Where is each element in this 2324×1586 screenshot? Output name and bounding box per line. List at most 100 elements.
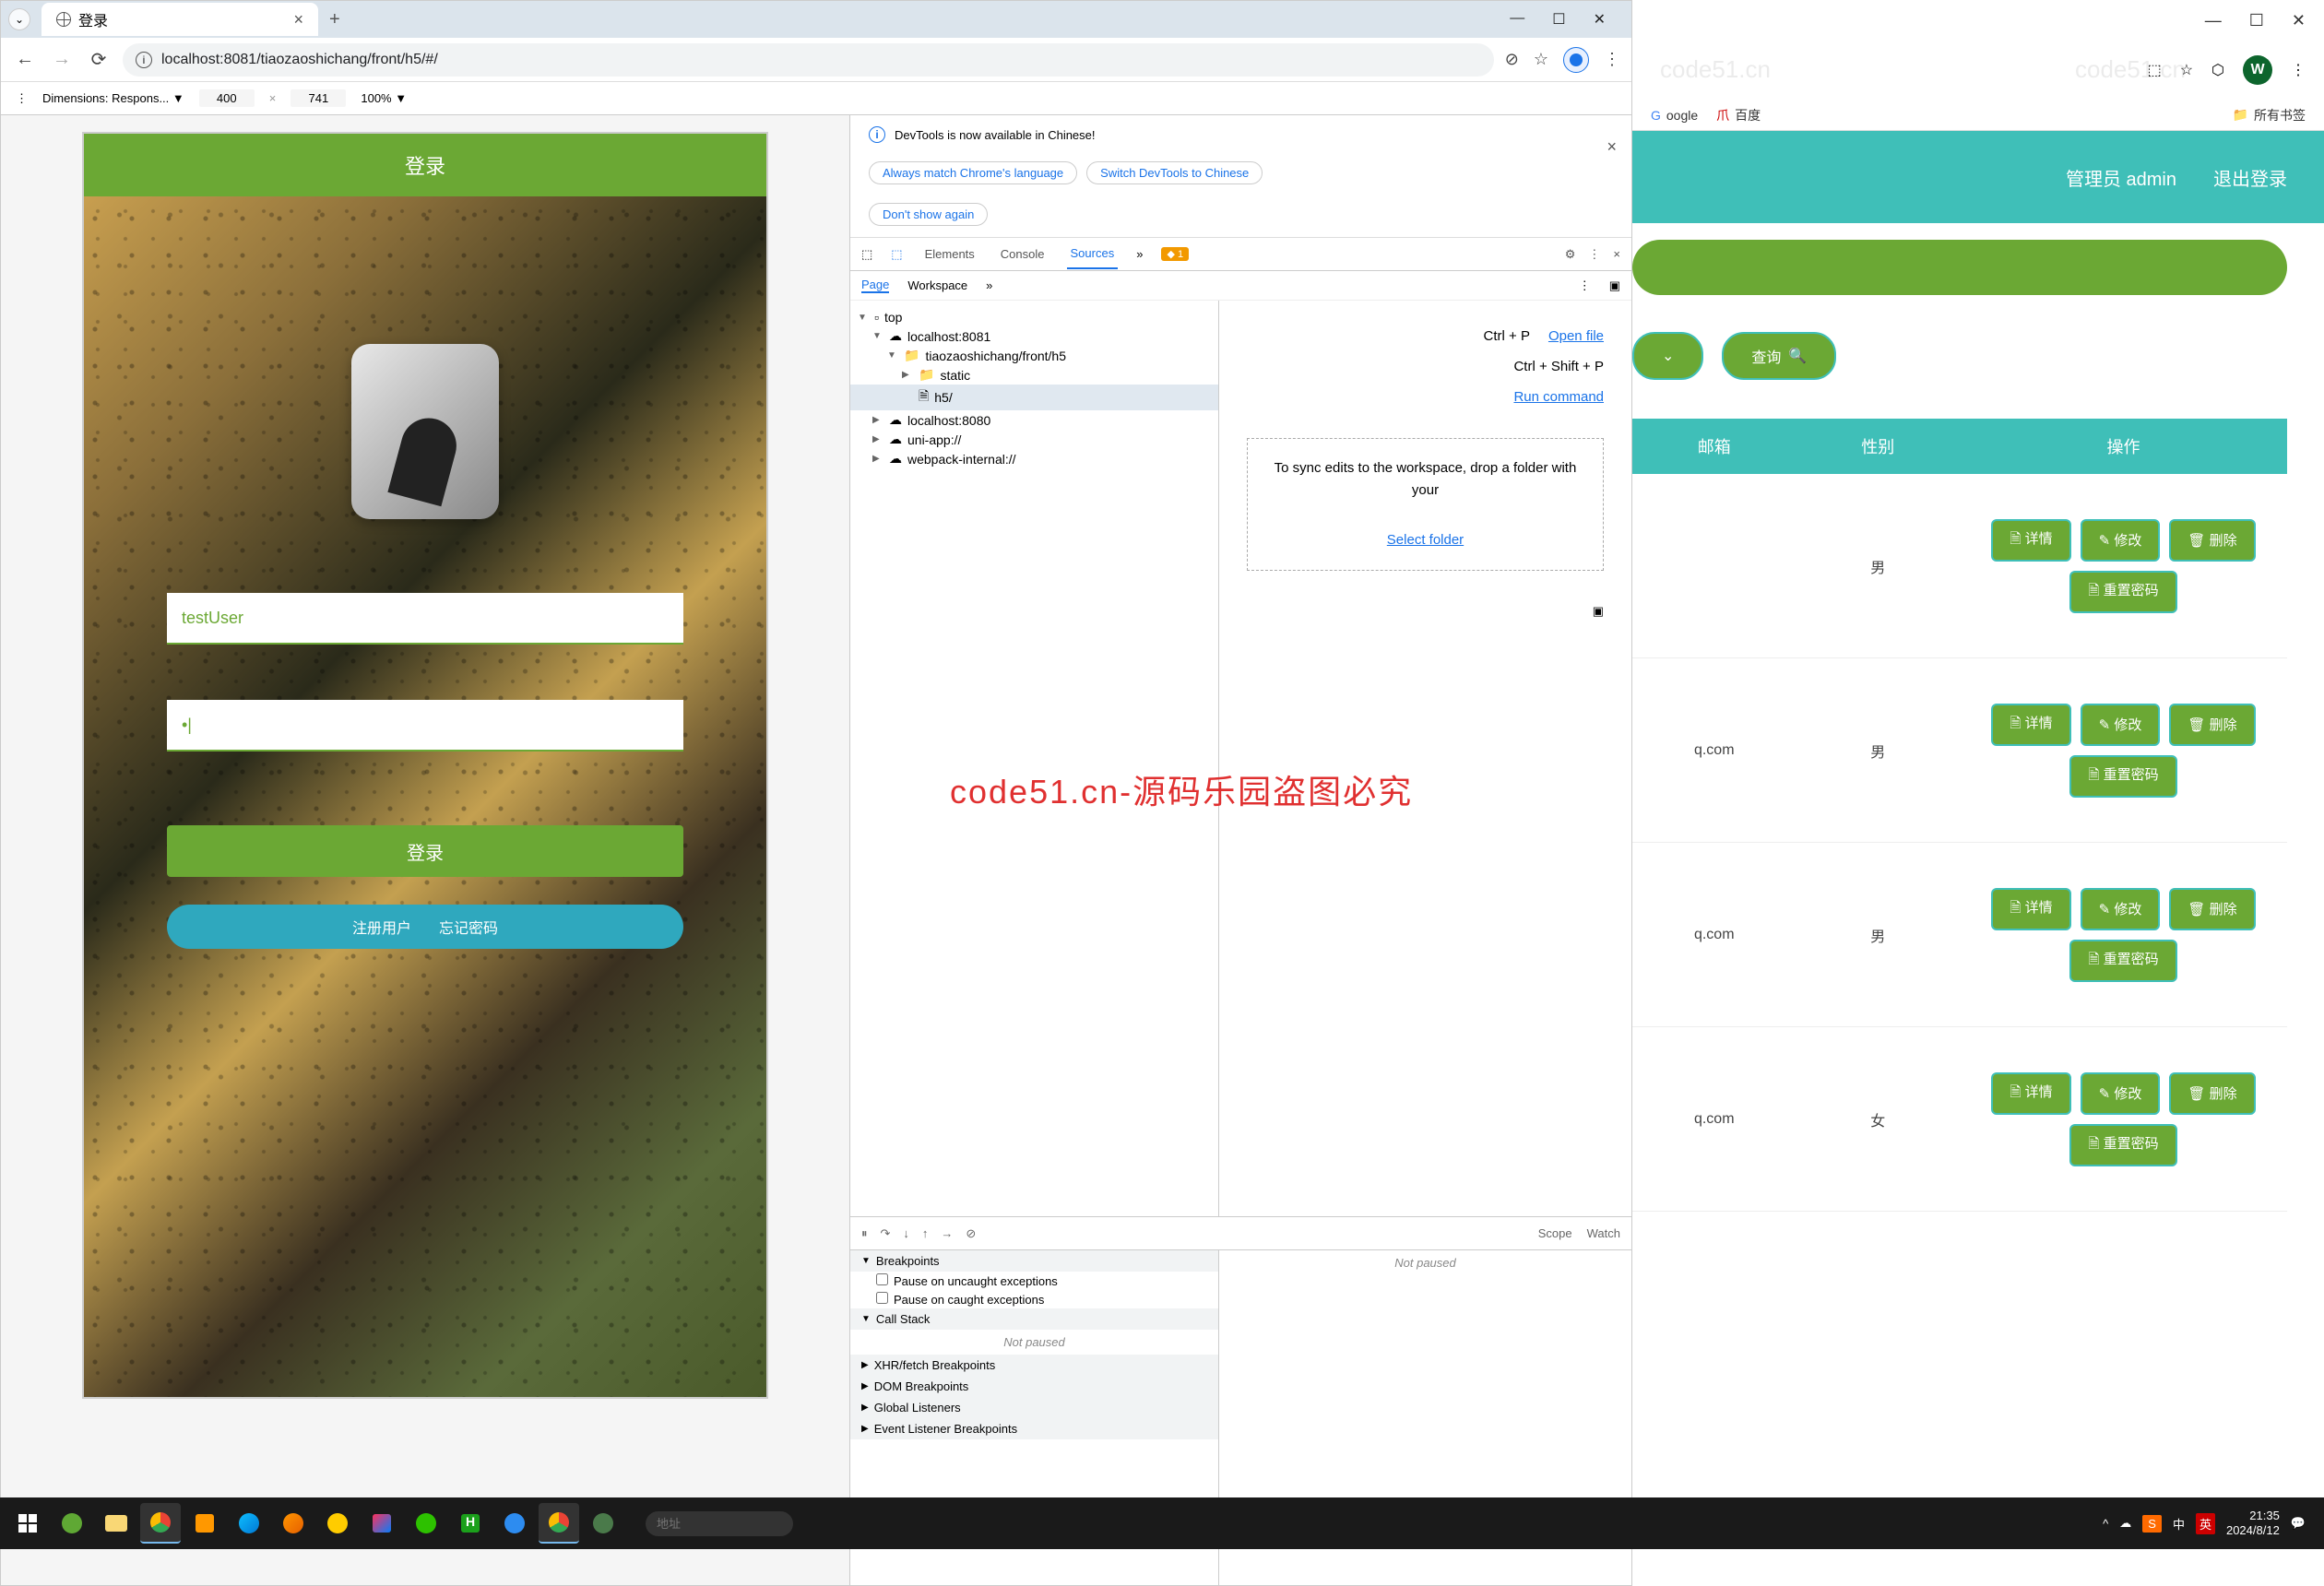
- edge-icon[interactable]: [229, 1503, 269, 1544]
- dimensions-select[interactable]: Dimensions: Respons... ▼: [42, 91, 184, 105]
- device-menu-icon[interactable]: ⋮: [16, 91, 28, 106]
- detail-button[interactable]: 🗎 详情: [1991, 888, 2070, 930]
- browser-tab[interactable]: 登录 ×: [42, 3, 318, 36]
- subtab-more-icon[interactable]: »: [986, 278, 992, 292]
- tree-uniapp[interactable]: ▶☁uni-app://: [850, 430, 1218, 449]
- global-listeners-section[interactable]: ▶Global Listeners: [850, 1397, 1218, 1418]
- tree-folder-app[interactable]: ▼📁tiaozaoshichang/front/h5: [850, 346, 1218, 365]
- taskbar-search[interactable]: [646, 1511, 793, 1536]
- outer-minimize-button[interactable]: —: [2205, 11, 2222, 30]
- tree-webpack[interactable]: ▶☁webpack-internal://: [850, 449, 1218, 468]
- forgot-password-link[interactable]: 忘记密码: [439, 916, 498, 938]
- sogou-ime-icon[interactable]: S: [2142, 1515, 2162, 1533]
- detail-button[interactable]: 🗎 详情: [1991, 519, 2070, 562]
- notifications-icon[interactable]: 💬: [2291, 1516, 2306, 1531]
- sublime-icon[interactable]: [184, 1503, 225, 1544]
- step-over-icon[interactable]: ↷: [881, 1226, 891, 1241]
- extensions-icon[interactable]: ⬡: [2211, 61, 2224, 79]
- subtab-menu-icon[interactable]: ⋮: [1579, 278, 1591, 293]
- pause-icon[interactable]: ⏸: [861, 1226, 868, 1241]
- step-icon[interactable]: →: [941, 1226, 953, 1240]
- app-icon-13[interactable]: [583, 1503, 623, 1544]
- delete-button[interactable]: 🗑 删除: [2169, 1072, 2255, 1115]
- open-file-link[interactable]: Open file: [1548, 328, 1604, 344]
- reset-password-button[interactable]: 🗎 重置密码: [2069, 940, 2176, 982]
- scope-tab[interactable]: Scope: [1538, 1226, 1572, 1240]
- tab-search-button[interactable]: ⌄: [8, 8, 30, 30]
- tree-folder-static[interactable]: ▶📁static: [850, 365, 1218, 385]
- devtools-menu-icon[interactable]: ⋮: [1588, 247, 1600, 262]
- onedrive-icon[interactable]: ☁: [2119, 1516, 2131, 1531]
- detail-button[interactable]: 🗎 详情: [1991, 1072, 2070, 1115]
- admin-search-input[interactable]: [1632, 240, 2287, 295]
- bookmark-star-icon[interactable]: ☆: [1534, 50, 1548, 69]
- tab-console[interactable]: Console: [997, 240, 1049, 268]
- tree-file-h5[interactable]: 🗎h5/: [850, 385, 1218, 410]
- ime-sublang[interactable]: 英: [2196, 1513, 2215, 1534]
- device-width-input[interactable]: [199, 89, 255, 107]
- outer-close-button[interactable]: ✕: [2292, 11, 2306, 30]
- profile-button[interactable]: [1563, 47, 1589, 73]
- password-input[interactable]: [167, 700, 683, 752]
- device-mode-icon[interactable]: ⬚: [891, 247, 902, 262]
- close-tab-icon[interactable]: ×: [293, 10, 303, 30]
- deactivate-breakpoints-icon[interactable]: ⊘: [966, 1226, 976, 1241]
- ime-lang[interactable]: 中: [2173, 1515, 2185, 1533]
- outer-maximize-button[interactable]: ☐: [2249, 11, 2264, 30]
- more-tabs-icon[interactable]: »: [1136, 247, 1143, 261]
- tray-up-icon[interactable]: ^: [2103, 1517, 2108, 1531]
- chrome-icon[interactable]: [140, 1503, 181, 1544]
- login-submit-button[interactable]: 登录: [167, 825, 683, 877]
- profile-avatar[interactable]: W: [2243, 55, 2272, 85]
- run-command-link[interactable]: Run command: [1513, 389, 1604, 405]
- logout-link[interactable]: 退出登录: [2213, 164, 2287, 191]
- watch-tab[interactable]: Watch: [1587, 1226, 1620, 1240]
- chrome-icon-2[interactable]: [539, 1503, 579, 1544]
- bookmark-baidu[interactable]: 爪百度: [1716, 106, 1761, 124]
- delete-button[interactable]: 🗑 删除: [2169, 519, 2255, 562]
- inspect-icon[interactable]: ⬚: [861, 247, 872, 262]
- site-info-icon[interactable]: i: [136, 52, 152, 68]
- tree-host-8080[interactable]: ▶☁localhost:8080: [850, 410, 1218, 430]
- detail-button[interactable]: 🗎 详情: [1991, 704, 2070, 746]
- app-icon-11[interactable]: [494, 1503, 535, 1544]
- tree-top[interactable]: ▼▫top: [850, 308, 1218, 326]
- breakpoints-section[interactable]: ▼Breakpoints: [850, 1250, 1218, 1272]
- reload-button[interactable]: ⟳: [86, 47, 112, 73]
- call-stack-section[interactable]: ▼Call Stack: [850, 1308, 1218, 1330]
- taskbar-app-1[interactable]: [52, 1503, 92, 1544]
- edit-button[interactable]: ✎ 修改: [2081, 888, 2161, 930]
- register-link[interactable]: 注册用户: [352, 916, 411, 938]
- firefox-icon[interactable]: [273, 1503, 314, 1544]
- reset-password-button[interactable]: 🗎 重置密码: [2069, 755, 2176, 798]
- password-key-icon[interactable]: ⊘: [1505, 50, 1519, 69]
- delete-button[interactable]: 🗑 删除: [2169, 888, 2255, 930]
- forward-button[interactable]: →: [49, 47, 75, 73]
- reset-password-button[interactable]: 🗎 重置密码: [2069, 1124, 2176, 1166]
- hbuilder-icon[interactable]: H: [450, 1503, 491, 1544]
- dont-show-button[interactable]: Don't show again: [869, 203, 988, 226]
- warning-badge[interactable]: ◆ 1: [1161, 247, 1189, 261]
- tab-sources[interactable]: Sources: [1067, 239, 1119, 269]
- zoom-select[interactable]: 100% ▼: [361, 91, 407, 105]
- banner-close-icon[interactable]: ×: [1607, 137, 1617, 157]
- maximize-button[interactable]: ☐: [1552, 10, 1565, 29]
- file-explorer-icon[interactable]: [96, 1503, 136, 1544]
- system-clock[interactable]: 21:35 2024/8/12: [2226, 1509, 2280, 1537]
- bookmark-google[interactable]: Google: [1651, 108, 1698, 123]
- intellij-icon[interactable]: [362, 1503, 402, 1544]
- edit-button[interactable]: ✎ 修改: [2081, 1072, 2161, 1115]
- edit-button[interactable]: ✎ 修改: [2081, 704, 2161, 746]
- delete-button[interactable]: 🗑 删除: [2169, 704, 2255, 746]
- start-button[interactable]: [7, 1503, 48, 1544]
- edit-button[interactable]: ✎ 修改: [2081, 519, 2161, 562]
- tab-elements[interactable]: Elements: [921, 240, 978, 268]
- collapse-icon[interactable]: ▣: [1593, 604, 1604, 619]
- device-height-input[interactable]: [290, 89, 346, 107]
- back-button[interactable]: ←: [12, 47, 38, 73]
- pause-uncaught-checkbox[interactable]: Pause on uncaught exceptions: [850, 1272, 1218, 1290]
- settings-icon[interactable]: ⚙: [1565, 247, 1576, 262]
- step-out-icon[interactable]: ↑: [922, 1226, 929, 1240]
- chrome-menu-icon[interactable]: ⋮: [1604, 50, 1620, 69]
- reset-password-button[interactable]: 🗎 重置密码: [2069, 571, 2176, 613]
